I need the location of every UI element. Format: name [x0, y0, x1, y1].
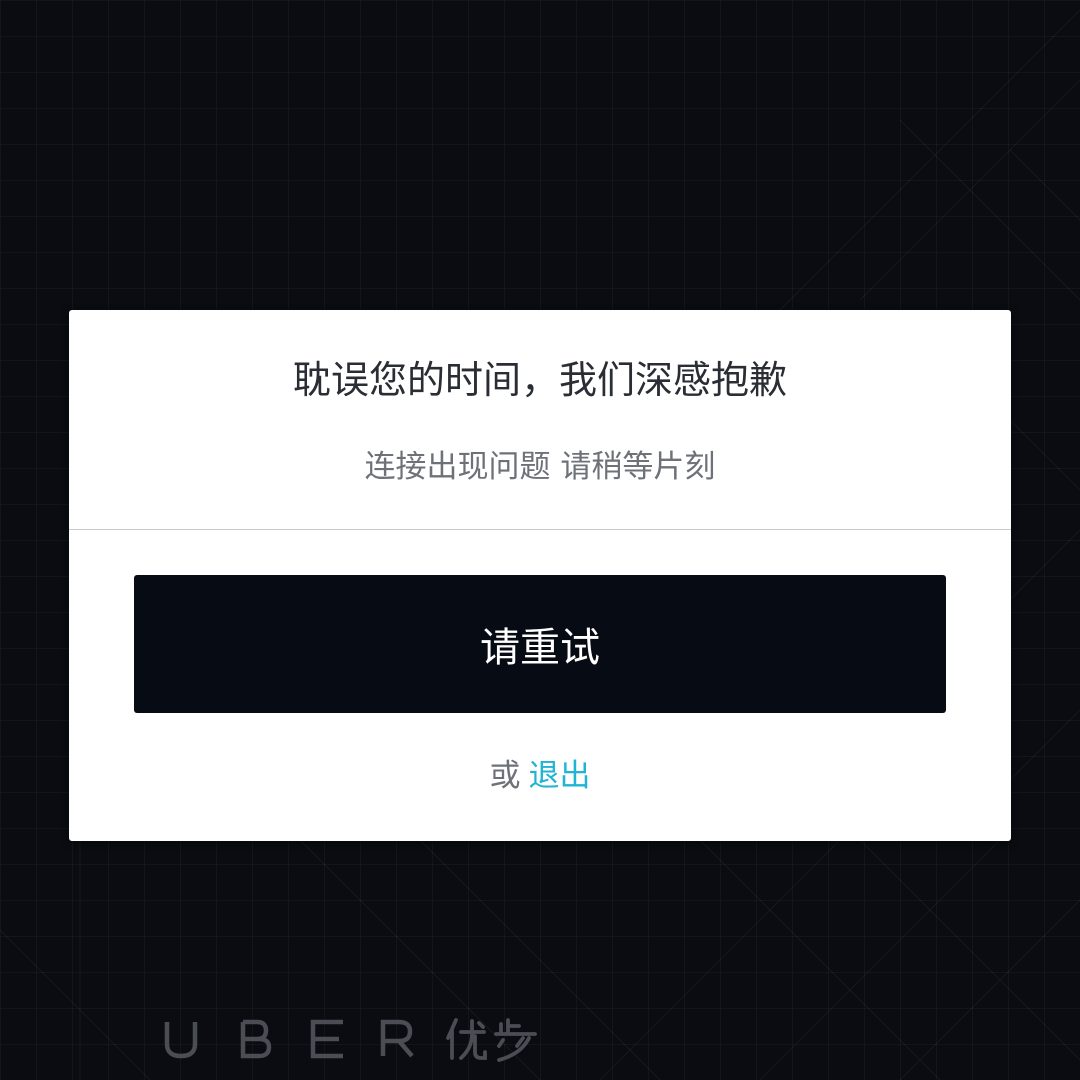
dialog-title: 耽误您的时间，我们深感抱歉 [292, 358, 787, 402]
retry-button[interactable]: 请重试 [134, 575, 946, 713]
exit-row: 或退出 [69, 758, 1011, 794]
error-dialog: 耽误您的时间，我们深感抱歉 连接出现问题 请稍等片刻 请重试 或退出 [69, 310, 1011, 841]
exit-link[interactable]: 退出 [529, 758, 591, 794]
dialog-message: 连接出现问题 请稍等片刻 [364, 449, 716, 485]
uber-logo [163, 1014, 543, 1066]
or-text: 或 [489, 758, 521, 794]
uber-logo-mark [164, 1018, 537, 1062]
divider [69, 529, 1011, 530]
